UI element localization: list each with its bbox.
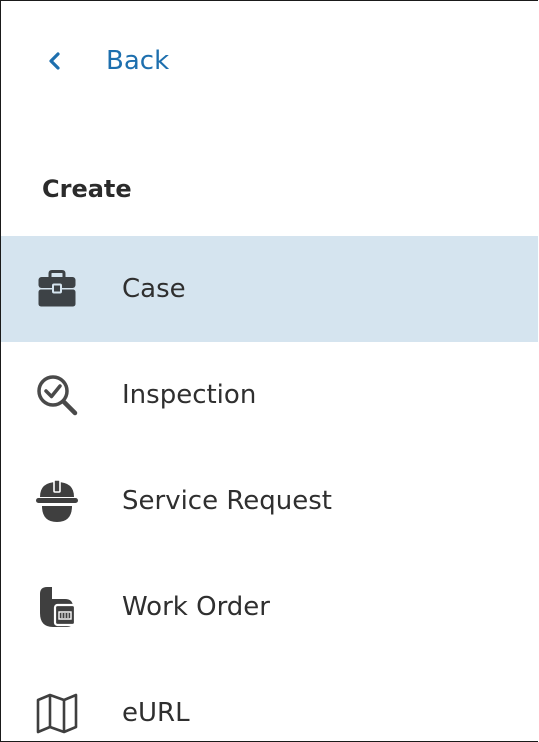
create-menu: Case Inspection Service Request Work Ord… (1, 236, 538, 741)
briefcase-icon (30, 262, 84, 316)
section-title: Create (42, 175, 132, 203)
menu-item-label: Case (122, 274, 186, 304)
map-icon (30, 686, 84, 740)
hard-hat-icon (30, 474, 84, 528)
menu-item-label: eURL (122, 698, 190, 728)
menu-item-service-request[interactable]: Service Request (1, 448, 538, 554)
menu-item-label: Inspection (122, 380, 257, 410)
menu-item-eurl[interactable]: eURL (1, 660, 538, 741)
menu-item-work-order[interactable]: Work Order (1, 554, 538, 660)
chevron-left-icon (49, 52, 60, 70)
menu-item-label: Service Request (122, 486, 332, 516)
back-button[interactable]: Back (1, 29, 301, 93)
menu-item-inspection[interactable]: Inspection (1, 342, 538, 448)
back-label: Back (106, 46, 170, 76)
inspection-check-magnifier-icon (30, 368, 84, 422)
create-menu-panel: Back Create Case Inspection Service Requ… (0, 0, 538, 742)
menu-item-case[interactable]: Case (1, 236, 538, 342)
menu-item-label: Work Order (122, 592, 270, 622)
work-order-icon (30, 580, 84, 634)
